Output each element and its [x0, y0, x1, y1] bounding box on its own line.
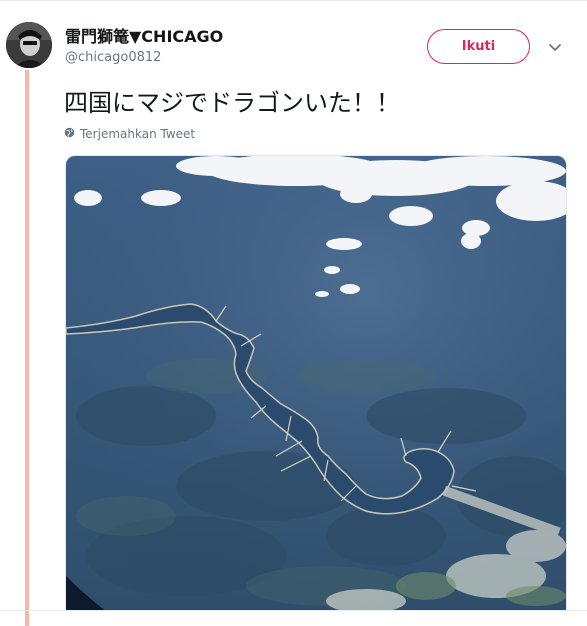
thread-connector-line — [25, 70, 29, 626]
globe-icon — [64, 127, 75, 141]
top-divider — [0, 0, 587, 1]
tweet-text: 四国にマジでドラゴンいた！！ — [64, 89, 400, 117]
translate-tweet-link[interactable]: Terjemahkan Tweet — [64, 127, 195, 141]
avatar[interactable] — [6, 22, 52, 68]
chevron-down-icon[interactable] — [545, 37, 565, 57]
follow-button[interactable]: Ikuti — [427, 29, 530, 64]
bottom-divider — [0, 610, 587, 611]
translate-label: Terjemahkan Tweet — [80, 127, 196, 141]
user-handle[interactable]: @chicago0812 — [65, 49, 223, 67]
tweet-header: 雷門獅篭▼CHICAGO @chicago0812 — [65, 27, 223, 67]
display-name[interactable]: 雷門獅篭▼CHICAGO — [65, 27, 223, 47]
tweet-photo[interactable] — [65, 155, 567, 610]
